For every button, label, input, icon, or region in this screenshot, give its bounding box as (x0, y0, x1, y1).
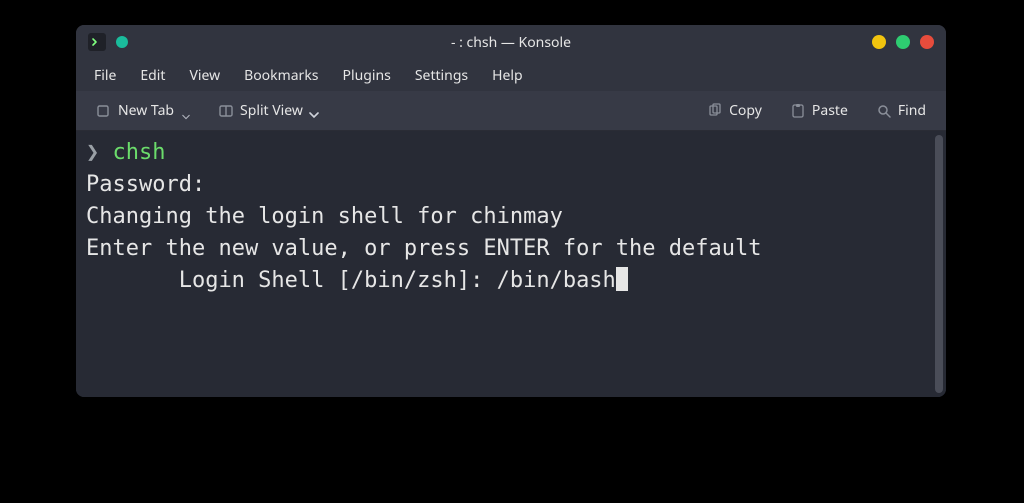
minimize-button[interactable] (872, 35, 886, 49)
close-button[interactable] (920, 35, 934, 49)
terminal-area[interactable]: ❯ chsh Password: Changing the login shel… (76, 131, 946, 397)
maximize-button[interactable] (896, 35, 910, 49)
title-bar: - : chsh — Konsole (76, 25, 946, 59)
scrollbar[interactable] (934, 135, 944, 393)
new-tab-icon (96, 103, 112, 119)
menu-plugins[interactable]: Plugins (333, 62, 401, 89)
menu-file[interactable]: File (84, 62, 126, 89)
chevron-down-icon (182, 107, 190, 115)
paste-icon (790, 103, 806, 119)
terminal-line-password: Password: (86, 172, 205, 197)
new-tab-button[interactable]: New Tab (86, 96, 200, 125)
menu-help[interactable]: Help (482, 62, 533, 89)
decor-dot (116, 36, 128, 48)
login-shell-prompt: Login Shell [/bin/zsh]: (179, 268, 497, 293)
paste-label: Paste (812, 101, 848, 120)
terminal-output: ❯ chsh Password: Changing the login shel… (76, 131, 934, 397)
scrollbar-thumb[interactable] (935, 135, 943, 393)
split-view-button[interactable]: Split View (208, 96, 329, 125)
login-shell-input: /bin/bash (497, 268, 616, 293)
window-controls (872, 35, 934, 49)
copy-label: Copy (729, 101, 762, 120)
find-label: Find (898, 101, 926, 120)
new-tab-label: New Tab (118, 101, 174, 120)
split-view-label: Split View (240, 101, 303, 120)
menu-view[interactable]: View (179, 62, 230, 89)
window-title: - : chsh — Konsole (451, 33, 571, 52)
terminal-line-changing: Changing the login shell for chinmay (86, 204, 563, 229)
menu-edit[interactable]: Edit (130, 62, 175, 89)
search-icon (876, 103, 892, 119)
paste-button[interactable]: Paste (780, 96, 858, 125)
menu-bar: File Edit View Bookmarks Plugins Setting… (76, 59, 946, 91)
prompt-symbol: ❯ (86, 140, 99, 165)
app-icon (88, 33, 106, 51)
terminal-line-enter-new: Enter the new value, or press ENTER for … (86, 236, 762, 261)
terminal-cursor (616, 267, 628, 291)
copy-icon (707, 103, 723, 119)
chevron-down-icon (309, 106, 319, 116)
terminal-command: chsh (113, 140, 166, 165)
toolbar: New Tab Split View (76, 91, 946, 131)
copy-button[interactable]: Copy (697, 96, 772, 125)
terminal-icon (91, 36, 103, 48)
menu-settings[interactable]: Settings (405, 62, 478, 89)
konsole-window: - : chsh — Konsole File Edit View Bookma… (76, 25, 946, 397)
split-view-icon (218, 103, 234, 119)
find-button[interactable]: Find (866, 96, 936, 125)
menu-bookmarks[interactable]: Bookmarks (234, 62, 328, 89)
